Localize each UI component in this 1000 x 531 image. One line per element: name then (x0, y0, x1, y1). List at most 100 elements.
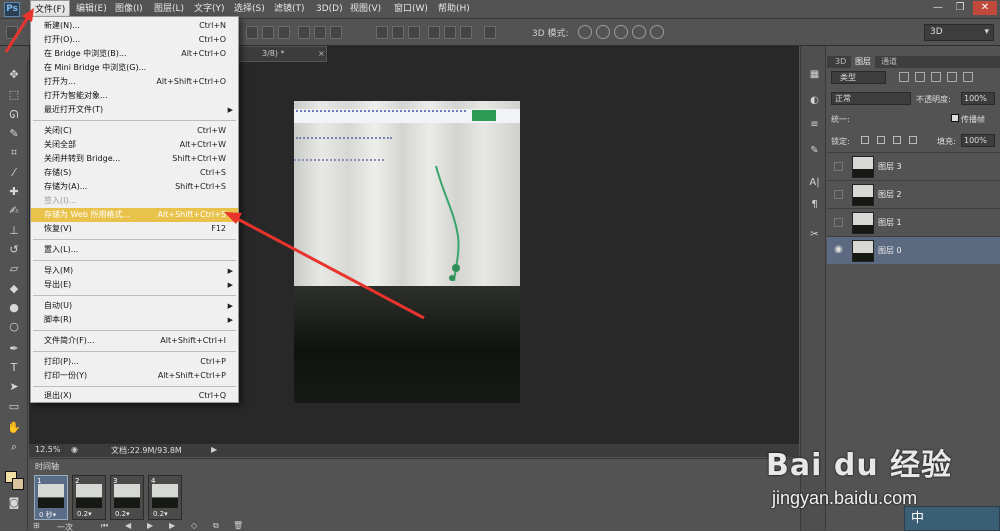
duplicate-frame-icon[interactable]: ⧉ (213, 521, 219, 531)
close-icon[interactable]: ✕ (973, 1, 997, 15)
canvas-image[interactable] (294, 101, 520, 403)
layer-row[interactable]: 图层 1 (827, 208, 1000, 236)
filter-pixel-icon[interactable] (899, 72, 909, 82)
loop-select[interactable]: 一次 (57, 522, 73, 531)
layer-name[interactable]: 图层 0 (878, 245, 902, 256)
clone-stamp-tool-icon[interactable]: ⊥ (6, 223, 22, 238)
tool-presets-panel-icon[interactable]: ✂ (808, 228, 821, 241)
layer-visibility-icon[interactable] (834, 218, 843, 227)
blend-mode-select[interactable]: 正常 (831, 92, 911, 105)
zoom-level[interactable]: 12.5% (35, 445, 60, 454)
workspace-select[interactable]: 3D (924, 24, 994, 41)
lasso-tool-icon[interactable]: ᘏ (6, 107, 22, 122)
status-menu-arrow-icon[interactable]: ▶ (211, 445, 217, 454)
document-tab[interactable]: 3/8) * × (237, 46, 327, 62)
tab-channels[interactable]: 通道 (877, 56, 901, 68)
filter-type-icon[interactable] (931, 72, 941, 82)
status-info-icon[interactable]: ◉ (71, 445, 78, 454)
menu-file-info[interactable]: 文件简介(F)... Alt+Shift+Ctrl+I (31, 334, 238, 348)
menu-help[interactable]: 帮助(H) (434, 0, 474, 19)
align-right-icon[interactable] (330, 26, 342, 39)
menu-browse-bridge[interactable]: 在 Bridge 中浏览(B)... Alt+Ctrl+O (31, 47, 238, 61)
menu-3d[interactable]: 3D(D) (312, 0, 347, 19)
move-tool-icon[interactable]: ✥ (6, 67, 22, 82)
menu-open-as-smart-object[interactable]: 打开为智能对象... (31, 89, 238, 103)
distribute-bottom-icon[interactable] (408, 26, 420, 39)
filter-shape-icon[interactable] (947, 72, 957, 82)
align-top-icon[interactable] (246, 26, 258, 39)
menu-open-as[interactable]: 打开为... Alt+Shift+Ctrl+O (31, 75, 238, 89)
filter-adjustment-icon[interactable] (915, 72, 925, 82)
layer-name[interactable]: 图层 3 (878, 161, 902, 172)
paragraph-panel-icon[interactable]: ¶ (808, 198, 821, 211)
3d-scale-icon[interactable] (650, 25, 664, 39)
layer-row[interactable]: ◉ 图层 0 (827, 236, 1000, 264)
adjustments-panel-icon[interactable]: ◐ (808, 94, 821, 107)
pen-tool-icon[interactable]: ✒ (6, 341, 22, 356)
menu-automate[interactable]: 自动(U) ▶ (31, 299, 238, 313)
menu-close-all[interactable]: 关闭全部 Alt+Ctrl+W (31, 138, 238, 152)
propagate-frame-checkbox[interactable] (951, 114, 959, 122)
menu-print[interactable]: 打印(P)... Ctrl+P (31, 355, 238, 369)
distribute-hcenter-icon[interactable] (444, 26, 456, 39)
path-selection-tool-icon[interactable]: ➤ (6, 379, 22, 394)
eyedropper-tool-icon[interactable]: ⁄ (6, 165, 22, 180)
type-tool-icon[interactable]: T (6, 360, 22, 375)
3d-rotate-icon[interactable] (578, 25, 592, 39)
layer-row[interactable]: 图层 3 (827, 152, 1000, 180)
play-icon[interactable]: ▶ (147, 521, 153, 530)
lock-position-icon[interactable] (893, 136, 901, 144)
menu-save[interactable]: 存储(S) Ctrl+S (31, 166, 238, 180)
tab-close-icon[interactable]: × (318, 47, 325, 61)
healing-brush-tool-icon[interactable]: ✚ (6, 184, 22, 199)
frame-delay[interactable]: 0 秒▾ (39, 510, 56, 520)
filter-smart-object-icon[interactable] (963, 72, 973, 82)
menu-close-go-bridge[interactable]: 关闭并转到 Bridge... Shift+Ctrl+W (31, 152, 238, 166)
zoom-tool-icon[interactable]: ⌕ (6, 439, 22, 454)
first-frame-icon[interactable]: ⏮ (101, 521, 108, 531)
layer-visibility-eye-icon[interactable]: ◉ (834, 245, 843, 255)
lock-all-icon[interactable] (909, 136, 917, 144)
menu-scripts[interactable]: 脚本(R) ▶ (31, 313, 238, 327)
frame-delay[interactable]: 0.2▾ (153, 510, 168, 518)
lock-transparency-icon[interactable] (861, 136, 869, 144)
menu-browse-mini-bridge[interactable]: 在 Mini Bridge 中浏览(G)... (31, 61, 238, 75)
align-hcenter-icon[interactable] (314, 26, 326, 39)
menu-close[interactable]: 关闭(C) Ctrl+W (31, 124, 238, 138)
menu-recent-files[interactable]: 最近打开文件(T) ▶ (31, 103, 238, 117)
eraser-tool-icon[interactable]: ▱ (6, 261, 22, 276)
marquee-tool-icon[interactable]: ⬚ (6, 87, 22, 102)
convert-timeline-icon[interactable]: ⊞ (33, 521, 40, 530)
menu-save-for-web[interactable]: 存储为 Web 所用格式... Alt+Shift+Ctrl+S (31, 208, 238, 222)
tab-3d[interactable]: 3D (831, 56, 850, 68)
delete-frame-icon[interactable]: 🗑 (233, 521, 243, 530)
character-panel-icon[interactable]: A| (808, 176, 821, 189)
menu-view[interactable]: 视图(V) (346, 0, 385, 19)
menu-print-one-copy[interactable]: 打印一份(Y) Alt+Shift+Ctrl+P (31, 369, 238, 383)
tween-icon[interactable]: ◇ (191, 521, 197, 530)
dodge-tool-icon[interactable]: ○ (6, 319, 22, 334)
minimize-icon[interactable]: — (928, 1, 948, 15)
distribute-vcenter-icon[interactable] (392, 26, 404, 39)
layer-row[interactable]: 图层 2 (827, 180, 1000, 208)
menu-filter[interactable]: 滤镜(T) (270, 0, 309, 19)
hand-tool-icon[interactable]: ✋ (6, 420, 22, 435)
brush-presets-panel-icon[interactable]: ✎ (808, 144, 821, 157)
timeline-frame[interactable]: 4 0.2▾ (148, 475, 182, 520)
layer-name[interactable]: 图层 2 (878, 189, 902, 200)
quick-mask-icon[interactable]: ◙ (6, 495, 22, 510)
timeline-frame[interactable]: 3 0.2▾ (110, 475, 144, 520)
layer-name[interactable]: 图层 1 (878, 217, 902, 228)
menu-place[interactable]: 置入(L)... (31, 243, 238, 257)
menu-exit[interactable]: 退出(X) Ctrl+Q (31, 389, 238, 403)
3d-slide-icon[interactable] (632, 25, 646, 39)
layer-visibility-icon[interactable] (834, 190, 843, 199)
menu-open[interactable]: 打开(O)... Ctrl+O (31, 33, 238, 47)
distribute-top-icon[interactable] (376, 26, 388, 39)
crop-tool-icon[interactable]: ⌗ (6, 145, 22, 160)
menu-window[interactable]: 窗口(W) (390, 0, 432, 19)
restore-icon[interactable]: ❐ (950, 1, 970, 15)
align-vcenter-icon[interactable] (262, 26, 274, 39)
layer-visibility-icon[interactable] (834, 162, 843, 171)
menu-import[interactable]: 导入(M) ▶ (31, 264, 238, 278)
